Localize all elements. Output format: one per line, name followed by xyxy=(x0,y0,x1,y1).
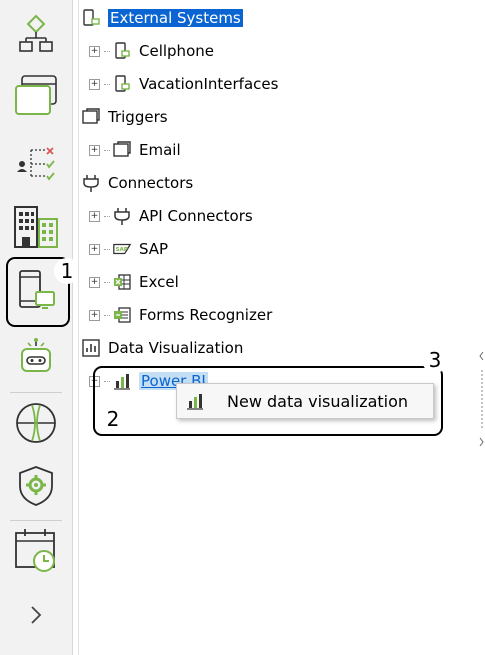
expand-icon[interactable]: + xyxy=(89,243,100,255)
tree-node-label: Cellphone xyxy=(139,42,214,60)
sidebar-divider xyxy=(10,392,62,393)
tree-node-label: Excel xyxy=(139,273,179,291)
trigger-icon xyxy=(112,140,132,160)
tree-node-forms-recognizer[interactable]: + Forms Recognizer xyxy=(89,303,272,327)
tree-connector xyxy=(104,83,110,85)
tree-connector xyxy=(104,149,110,151)
tree-node-data-visualization[interactable]: Data Visualization xyxy=(81,336,243,360)
tree-node-label: Triggers xyxy=(108,108,168,126)
tree-node-label: External Systems xyxy=(108,9,243,27)
chevron-right-icon[interactable] xyxy=(10,590,62,640)
forms-recognizer-icon xyxy=(112,305,132,325)
tree-connector xyxy=(104,215,110,217)
callout-badge-3: 3 xyxy=(422,347,448,373)
expand-icon[interactable]: + xyxy=(89,78,100,90)
process-icon[interactable] xyxy=(10,8,62,58)
tree-node-label: Forms Recognizer xyxy=(139,306,273,324)
callout-badge-2: 2 xyxy=(100,406,126,432)
tree-node-external-systems[interactable]: External Systems xyxy=(81,6,243,30)
panel-splitter[interactable] xyxy=(477,350,485,450)
tree-connector xyxy=(104,248,110,250)
tree-node-api-connectors[interactable]: + API Connectors xyxy=(89,204,253,228)
tree-node-connectors[interactable]: Connectors xyxy=(81,171,193,195)
svg-text:SAP: SAP xyxy=(116,247,128,253)
sap-icon: SAP xyxy=(112,239,132,259)
cellphone-icon xyxy=(112,41,132,61)
globe-icon[interactable] xyxy=(10,398,62,448)
expand-icon[interactable]: + xyxy=(89,276,100,288)
tree-node-email[interactable]: + Email xyxy=(89,138,181,162)
tree-node-label: Data Visualization xyxy=(108,339,244,357)
expand-icon[interactable]: + xyxy=(89,210,100,222)
callout-badge-1: 1 xyxy=(54,258,80,284)
tree-node-vacation-interfaces[interactable]: + VacationInterfaces xyxy=(89,72,278,96)
plug-icon xyxy=(112,206,132,226)
callout-box-2 xyxy=(93,366,443,436)
cellphone-icon xyxy=(112,74,132,94)
expand-icon[interactable]: + xyxy=(89,45,100,57)
excel-icon xyxy=(112,272,132,292)
tree-node-triggers[interactable]: Triggers xyxy=(81,105,168,129)
tree-connector xyxy=(104,50,110,52)
tree-node-sap[interactable]: + SAP SAP xyxy=(89,237,168,261)
security-shield-icon[interactable] xyxy=(10,461,62,511)
window-icon[interactable] xyxy=(10,70,62,120)
tree-node-label: Connectors xyxy=(108,174,194,192)
tree-panel: External Systems + Cellphone + VacationI… xyxy=(78,0,477,655)
external-systems-icon xyxy=(81,8,101,28)
sidebar xyxy=(0,0,73,655)
tree-connector xyxy=(104,281,110,283)
tree-node-excel[interactable]: + Excel xyxy=(89,270,179,294)
roles-icon[interactable] xyxy=(10,137,62,187)
expand-icon[interactable]: + xyxy=(89,309,100,321)
tree-node-cellphone[interactable]: + Cellphone xyxy=(89,39,214,63)
expand-icon[interactable]: + xyxy=(89,144,100,156)
tree-node-label: API Connectors xyxy=(139,207,253,225)
tree-node-label: Email xyxy=(139,141,181,159)
bot-icon[interactable] xyxy=(10,332,62,382)
trigger-icon xyxy=(81,107,101,127)
chart-icon xyxy=(81,338,101,358)
plug-icon xyxy=(81,173,101,193)
calendar-icon[interactable] xyxy=(10,526,62,576)
organization-icon[interactable] xyxy=(10,202,62,252)
tree-node-label: VacationInterfaces xyxy=(139,75,279,93)
tree-connector xyxy=(104,314,110,316)
tree-node-label: SAP xyxy=(139,240,169,258)
sidebar-divider xyxy=(10,520,62,521)
